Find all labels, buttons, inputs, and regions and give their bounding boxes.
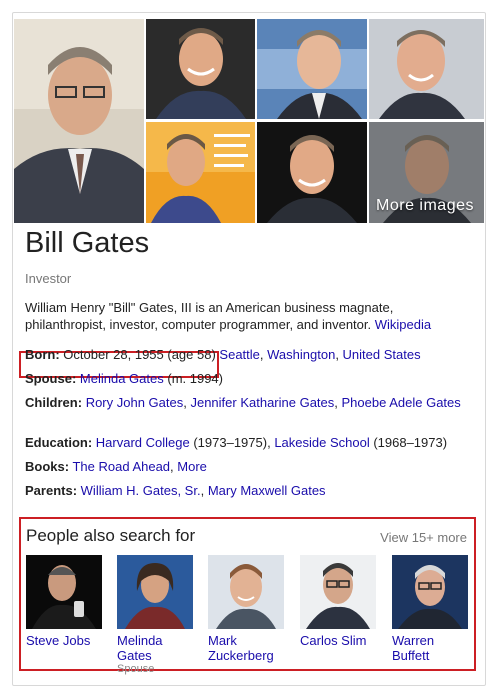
person-card-melinda-gates[interactable]: Melinda Gates Spouse (117, 555, 193, 675)
person-photo-melinda-gates[interactable] (117, 555, 193, 629)
fact-spouse-label: Spouse: (25, 371, 77, 386)
fact-born: Born: October 28, 1955 (age 58) Seattle,… (25, 347, 421, 362)
fact-spouse: Spouse: Melinda Gates (m. 1994) (25, 370, 470, 387)
people-also-search-title: People also search for (26, 526, 196, 545)
education-years-harvard: (1973–1975), (189, 435, 275, 450)
person-photo-carlos-slim[interactable] (300, 555, 376, 629)
gallery-image-4[interactable] (369, 19, 484, 119)
person-card-warren-buffett[interactable]: Warren Buffett (392, 555, 468, 663)
description-text: William Henry "Bill" Gates, III is an Am… (25, 300, 394, 332)
child-link-rory[interactable]: Rory John Gates (86, 395, 184, 410)
education-link-lakeside[interactable]: Lakeside School (274, 435, 369, 450)
book-link-road-ahead[interactable]: The Road Ahead (72, 459, 170, 474)
person-relation-melinda-gates: Spouse (117, 663, 155, 675)
parent-link-mary[interactable]: Mary Maxwell Gates (208, 483, 326, 498)
spouse-suffix: (m. 1994) (163, 371, 223, 386)
fact-parents: Parents: William H. Gates, Sr., Mary Max… (25, 483, 326, 498)
image-gallery: More images (14, 19, 484, 223)
person-name-steve-jobs[interactable]: Steve Jobs (26, 633, 90, 648)
wikipedia-link[interactable]: Wikipedia (375, 317, 431, 332)
knowledge-panel: More images Bill Gates Investor William … (12, 12, 486, 686)
person-photo-steve-jobs[interactable] (26, 555, 102, 629)
person-photo-warren-buffett[interactable] (392, 555, 468, 629)
fact-books-label: Books: (25, 459, 70, 474)
person-name-warren-buffett[interactable]: Warren Buffett (392, 633, 434, 663)
gallery-image-main[interactable] (14, 19, 144, 223)
born-link-seattle[interactable]: Seattle (219, 347, 259, 362)
born-link-washington[interactable]: Washington (267, 347, 335, 362)
view-more-link[interactable]: View 15+ more (380, 530, 467, 545)
person-card-carlos-slim[interactable]: Carlos Slim (300, 555, 376, 648)
books-more-link[interactable]: More (177, 459, 207, 474)
fact-books: Books: The Road Ahead, More (25, 459, 207, 474)
spouse-link[interactable]: Melinda Gates (80, 371, 164, 386)
gallery-image-5[interactable] (146, 122, 255, 223)
gallery-image-3[interactable] (257, 19, 367, 119)
education-link-harvard[interactable]: Harvard College (96, 435, 190, 450)
person-name-carlos-slim[interactable]: Carlos Slim (300, 633, 366, 648)
parent-link-william[interactable]: William H. Gates, Sr. (81, 483, 201, 498)
fact-parents-label: Parents: (25, 483, 78, 498)
person-card-steve-jobs[interactable]: Steve Jobs (26, 555, 102, 648)
entity-description: William Henry "Bill" Gates, III is an Am… (25, 299, 470, 333)
born-link-united-states[interactable]: United States (343, 347, 421, 362)
fact-education: Education: Harvard College (1973–1975), … (25, 434, 470, 451)
gallery-image-7[interactable]: More images (369, 122, 484, 223)
child-link-phoebe[interactable]: Phoebe Adele Gates (342, 395, 461, 410)
person-name-mark-zuckerberg[interactable]: Mark Zuckerberg (208, 633, 274, 663)
entity-title: Bill Gates (25, 227, 150, 259)
person-photo-mark-zuckerberg[interactable] (208, 555, 284, 629)
education-years-lakeside: (1968–1973) (369, 435, 448, 450)
entity-type: Investor (25, 271, 72, 286)
more-images-link[interactable]: More images (376, 197, 474, 215)
fact-born-value: October 28, 1955 (age 58) (63, 347, 216, 362)
fact-born-label: Born: (25, 347, 60, 362)
gallery-image-6[interactable] (257, 122, 367, 223)
person-card-mark-zuckerberg[interactable]: Mark Zuckerberg (208, 555, 284, 663)
fact-children-label: Children: (25, 395, 83, 410)
fact-education-label: Education: (25, 435, 93, 450)
person-name-melinda-gates[interactable]: Melinda Gates (117, 633, 163, 663)
gallery-image-2[interactable] (146, 19, 255, 119)
fact-children: Children: Rory John Gates, Jennifer Kath… (25, 395, 461, 410)
child-link-jennifer[interactable]: Jennifer Katharine Gates (190, 395, 334, 410)
